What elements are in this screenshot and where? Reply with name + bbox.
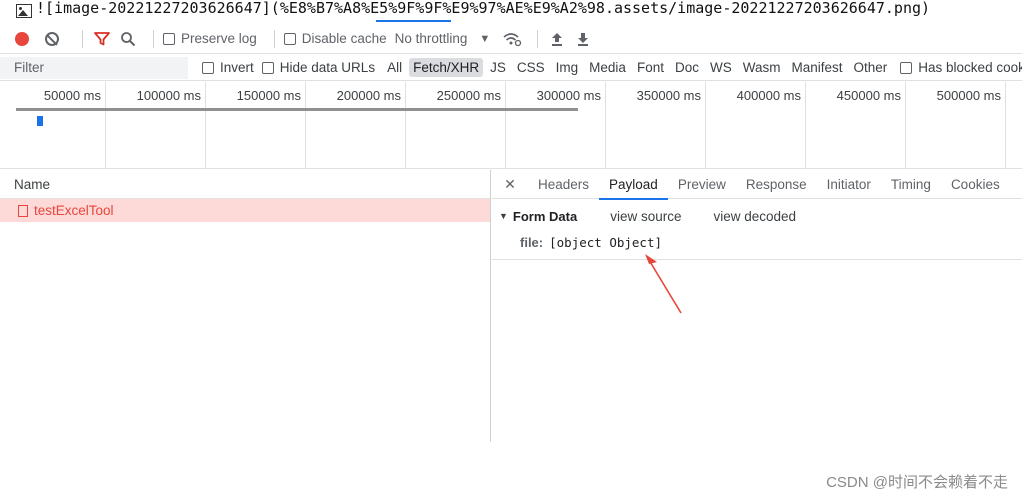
disable-cache-checkbox[interactable] xyxy=(283,32,296,45)
form-field-row: file: [object Object] xyxy=(499,233,1022,251)
timeline-column: 200000 ms xyxy=(306,82,406,169)
toolbar-divider xyxy=(273,29,275,48)
timeline-tick-label: 150000 ms xyxy=(236,88,301,103)
timeline-tick-label: 450000 ms xyxy=(836,88,901,103)
toolbar-divider xyxy=(537,29,539,48)
type-filter-css[interactable]: CSS xyxy=(513,58,549,77)
type-filter-img[interactable]: Img xyxy=(552,58,583,77)
view-decoded-link[interactable]: view decoded xyxy=(714,209,797,224)
invert-label[interactable]: Invert xyxy=(220,60,254,75)
network-toolbar: Preserve log Disable cache No throttling… xyxy=(0,24,1022,54)
document-icon xyxy=(18,204,28,217)
timeline-tick-label: 400000 ms xyxy=(736,88,801,103)
timeline-column: 250000 ms xyxy=(406,82,506,169)
request-detail-panel: ✕ Headers Payload Preview Response Initi… xyxy=(492,170,1022,442)
timeline-tick-label: 250000 ms xyxy=(436,88,501,103)
timeline-column: 450000 ms xyxy=(806,82,906,169)
watermark: CSDN @时间不会赖着不走 xyxy=(826,474,1008,491)
throttling-select[interactable]: No throttling xyxy=(395,31,468,46)
timeline-selection-line xyxy=(16,108,578,111)
timeline-column: 500000 ms xyxy=(906,82,1006,169)
timeline-column: 350000 ms xyxy=(606,82,706,169)
toolbar-divider xyxy=(82,29,83,48)
form-data-title[interactable]: Form Data xyxy=(513,209,577,224)
timeline-tick-label: 100000 ms xyxy=(136,88,201,103)
request-name[interactable]: testExcelTool xyxy=(34,203,114,218)
markdown-image-line: ![image-20221227203626647](%E8%B7%A8%E5%… xyxy=(0,0,1022,22)
tab-timing[interactable]: Timing xyxy=(881,170,941,199)
blocked-cookies-option[interactable]: Has blocked cookies xyxy=(900,60,1022,75)
tab-cookies[interactable]: Cookies xyxy=(941,170,1010,199)
chevron-down-icon[interactable]: ▼ xyxy=(479,33,490,45)
resource-type-filters: All Fetch/XHR JS CSS Img Media Font Doc … xyxy=(383,58,894,77)
form-field-key: file: xyxy=(520,234,544,250)
filter-input[interactable] xyxy=(0,56,188,79)
timeline-tick-label: 500000 ms xyxy=(936,88,1001,103)
type-filter-ws[interactable]: WS xyxy=(706,58,736,77)
download-icon[interactable] xyxy=(573,29,593,49)
request-list: Name testExcelTool xyxy=(0,170,491,442)
image-icon xyxy=(16,4,32,18)
detail-tabs: ✕ Headers Payload Preview Response Initi… xyxy=(492,170,1022,200)
type-filter-manifest[interactable]: Manifest xyxy=(787,58,846,77)
timeline-column: 150000 ms xyxy=(206,82,306,169)
tab-headers[interactable]: Headers xyxy=(528,170,599,199)
preserve-log-checkbox[interactable] xyxy=(163,32,175,45)
tab-initiator[interactable]: Initiator xyxy=(817,170,881,199)
hide-data-urls-label[interactable]: Hide data URLs xyxy=(280,60,375,75)
type-filter-fetch-xhr[interactable]: Fetch/XHR xyxy=(409,58,484,77)
filter-icon[interactable] xyxy=(92,29,112,49)
close-icon[interactable]: ✕ xyxy=(500,176,520,193)
clear-icon[interactable] xyxy=(45,31,59,46)
timeline-column: 50000 ms xyxy=(0,82,106,169)
timeline-tick-label: 350000 ms xyxy=(636,88,701,103)
record-icon[interactable] xyxy=(15,31,29,46)
timeline-tick-label: 300000 ms xyxy=(536,88,601,103)
tab-preview[interactable]: Preview xyxy=(668,170,736,199)
toolbar-divider xyxy=(153,29,154,48)
hide-data-urls-checkbox[interactable] xyxy=(261,61,274,74)
type-filter-all[interactable]: All xyxy=(383,58,406,77)
expand-triangle-icon[interactable]: ▼ xyxy=(499,211,508,221)
invert-checkbox[interactable] xyxy=(202,61,214,74)
form-data-header[interactable]: ▼ Form Data view source view decoded xyxy=(499,207,1022,225)
type-filter-wasm[interactable]: Wasm xyxy=(739,58,785,77)
timeline-request-bar xyxy=(37,116,43,126)
type-filter-doc[interactable]: Doc xyxy=(671,58,703,77)
form-data-section: ▼ Form Data view source view decoded fil… xyxy=(492,199,1022,251)
upload-icon[interactable] xyxy=(547,29,567,49)
cursor-underline xyxy=(376,20,451,22)
timeline-tick-label: 200000 ms xyxy=(336,88,401,103)
tab-response[interactable]: Response xyxy=(736,170,817,199)
timeline-column: 100000 ms xyxy=(106,82,206,169)
form-field-value: [object Object] xyxy=(549,234,663,250)
type-filter-media[interactable]: Media xyxy=(585,58,630,77)
view-source-link[interactable]: view source xyxy=(610,209,681,224)
blocked-cookies-checkbox[interactable] xyxy=(900,61,913,74)
timeline-overview[interactable]: 50000 ms 100000 ms 150000 ms 200000 ms 2… xyxy=(0,82,1022,169)
disable-cache-label[interactable]: Disable cache xyxy=(302,31,387,46)
request-row[interactable]: testExcelTool xyxy=(0,199,490,222)
type-filter-other[interactable]: Other xyxy=(850,58,892,77)
hide-data-urls-option[interactable]: Hide data URLs xyxy=(261,60,375,75)
tab-payload[interactable]: Payload xyxy=(599,170,668,200)
section-divider xyxy=(492,259,1022,260)
preserve-log-label[interactable]: Preserve log xyxy=(181,31,257,46)
invert-option[interactable]: Invert xyxy=(202,60,254,75)
name-column-header[interactable]: Name xyxy=(0,170,490,199)
blocked-cookies-label[interactable]: Has blocked cookies xyxy=(918,60,1022,75)
timeline-column: 400000 ms xyxy=(706,82,806,169)
filter-bar: Invert Hide data URLs All Fetch/XHR JS C… xyxy=(0,55,1022,81)
search-icon[interactable] xyxy=(118,29,138,49)
type-filter-font[interactable]: Font xyxy=(633,58,668,77)
timeline-tick-label: 50000 ms xyxy=(43,88,101,103)
wifi-settings-icon[interactable] xyxy=(502,29,522,49)
type-filter-js[interactable]: JS xyxy=(486,58,510,77)
timeline-column: 300000 ms xyxy=(506,82,606,169)
markdown-image-text: ![image-20221227203626647](%E8%B7%A8%E5%… xyxy=(36,0,931,17)
